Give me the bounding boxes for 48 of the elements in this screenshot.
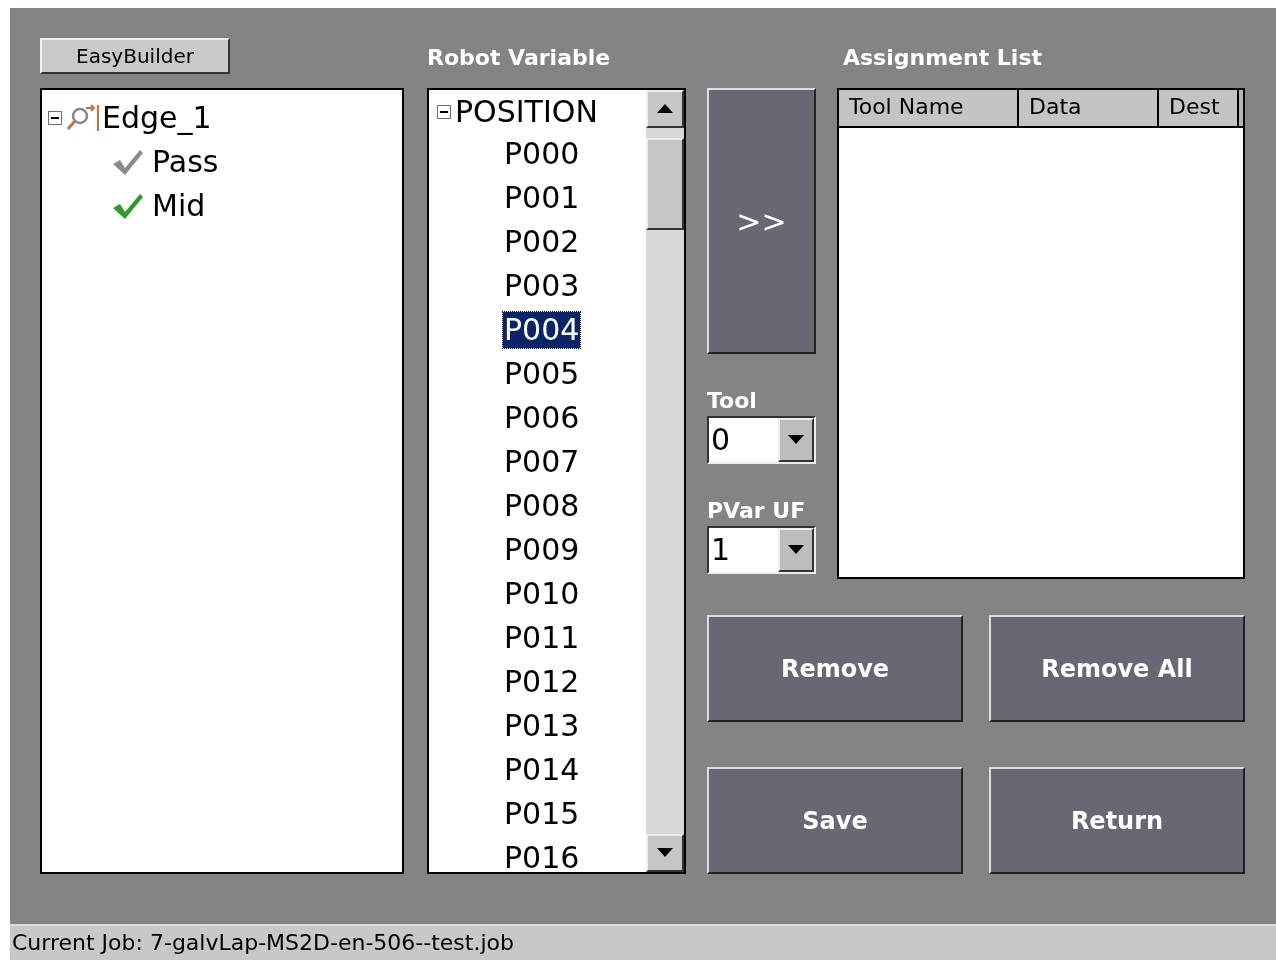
action-button[interactable]: Save bbox=[707, 767, 963, 874]
dropdown-value: 1 bbox=[710, 531, 732, 569]
field-label: Tool bbox=[707, 390, 758, 412]
scroll-down-button[interactable] bbox=[646, 834, 684, 872]
magnifier-icon bbox=[64, 103, 100, 133]
tree-item[interactable]: P004 bbox=[503, 312, 581, 348]
tree-item[interactable]: Pass bbox=[152, 147, 219, 177]
action-button[interactable]: Remove bbox=[707, 615, 963, 722]
action-button[interactable]: Return bbox=[989, 767, 1245, 874]
tree-item[interactable]: P005 bbox=[503, 356, 581, 392]
scroll-thumb[interactable] bbox=[646, 138, 684, 230]
action-button[interactable]: Remove All bbox=[989, 615, 1245, 722]
dropdown-value: 0 bbox=[710, 421, 732, 459]
tree-item[interactable]: POSITION bbox=[455, 97, 598, 127]
tree-item[interactable]: P001 bbox=[503, 180, 581, 216]
tree-item[interactable]: P003 bbox=[503, 268, 581, 304]
tree-item[interactable]: P009 bbox=[503, 532, 581, 568]
tree-item[interactable]: P014 bbox=[503, 752, 581, 788]
tree-item[interactable]: P002 bbox=[503, 224, 581, 260]
tree-item[interactable]: P015 bbox=[503, 796, 581, 832]
dropdown[interactable]: 1 bbox=[707, 526, 816, 574]
column-header[interactable]: Tool Name bbox=[839, 90, 1019, 126]
tree-item[interactable]: P011 bbox=[503, 620, 581, 656]
tree-item[interactable]: P016 bbox=[503, 840, 581, 872]
section-title: Assignment List bbox=[843, 45, 1043, 70]
up-arrow-icon bbox=[657, 104, 673, 114]
tree-item[interactable]: P006 bbox=[503, 400, 581, 436]
column-header[interactable]: Dest bbox=[1159, 90, 1239, 126]
scrollbar[interactable] bbox=[646, 90, 684, 872]
tree-item[interactable]: P008 bbox=[503, 488, 581, 524]
column-header[interactable]: Data bbox=[1019, 90, 1159, 126]
tree-item[interactable]: P012 bbox=[503, 664, 581, 700]
add-button[interactable]: >> bbox=[707, 88, 816, 354]
section-title: Robot Variable bbox=[427, 44, 612, 72]
scroll-up-button[interactable] bbox=[646, 90, 684, 128]
field-label: PVar UF bbox=[707, 500, 807, 522]
tree-item[interactable]: Mid bbox=[152, 191, 206, 221]
tree-item[interactable]: Edge_1 bbox=[102, 103, 212, 133]
easybuilder-button[interactable]: EasyBuilder bbox=[40, 38, 230, 74]
dropdown[interactable]: 0 bbox=[707, 416, 816, 464]
collapse-toggle-icon[interactable] bbox=[437, 105, 451, 119]
status-bar: Current Job: 7-galvLap-MS2D-en-506--test.job bbox=[10, 924, 1276, 960]
tree-item[interactable]: P000 bbox=[503, 136, 581, 172]
tree-item[interactable]: P010 bbox=[503, 576, 581, 612]
tree-item[interactable]: P007 bbox=[503, 444, 581, 480]
collapse-toggle-icon[interactable] bbox=[48, 111, 62, 125]
down-arrow-icon bbox=[657, 848, 673, 858]
tree-item[interactable]: P013 bbox=[503, 708, 581, 744]
